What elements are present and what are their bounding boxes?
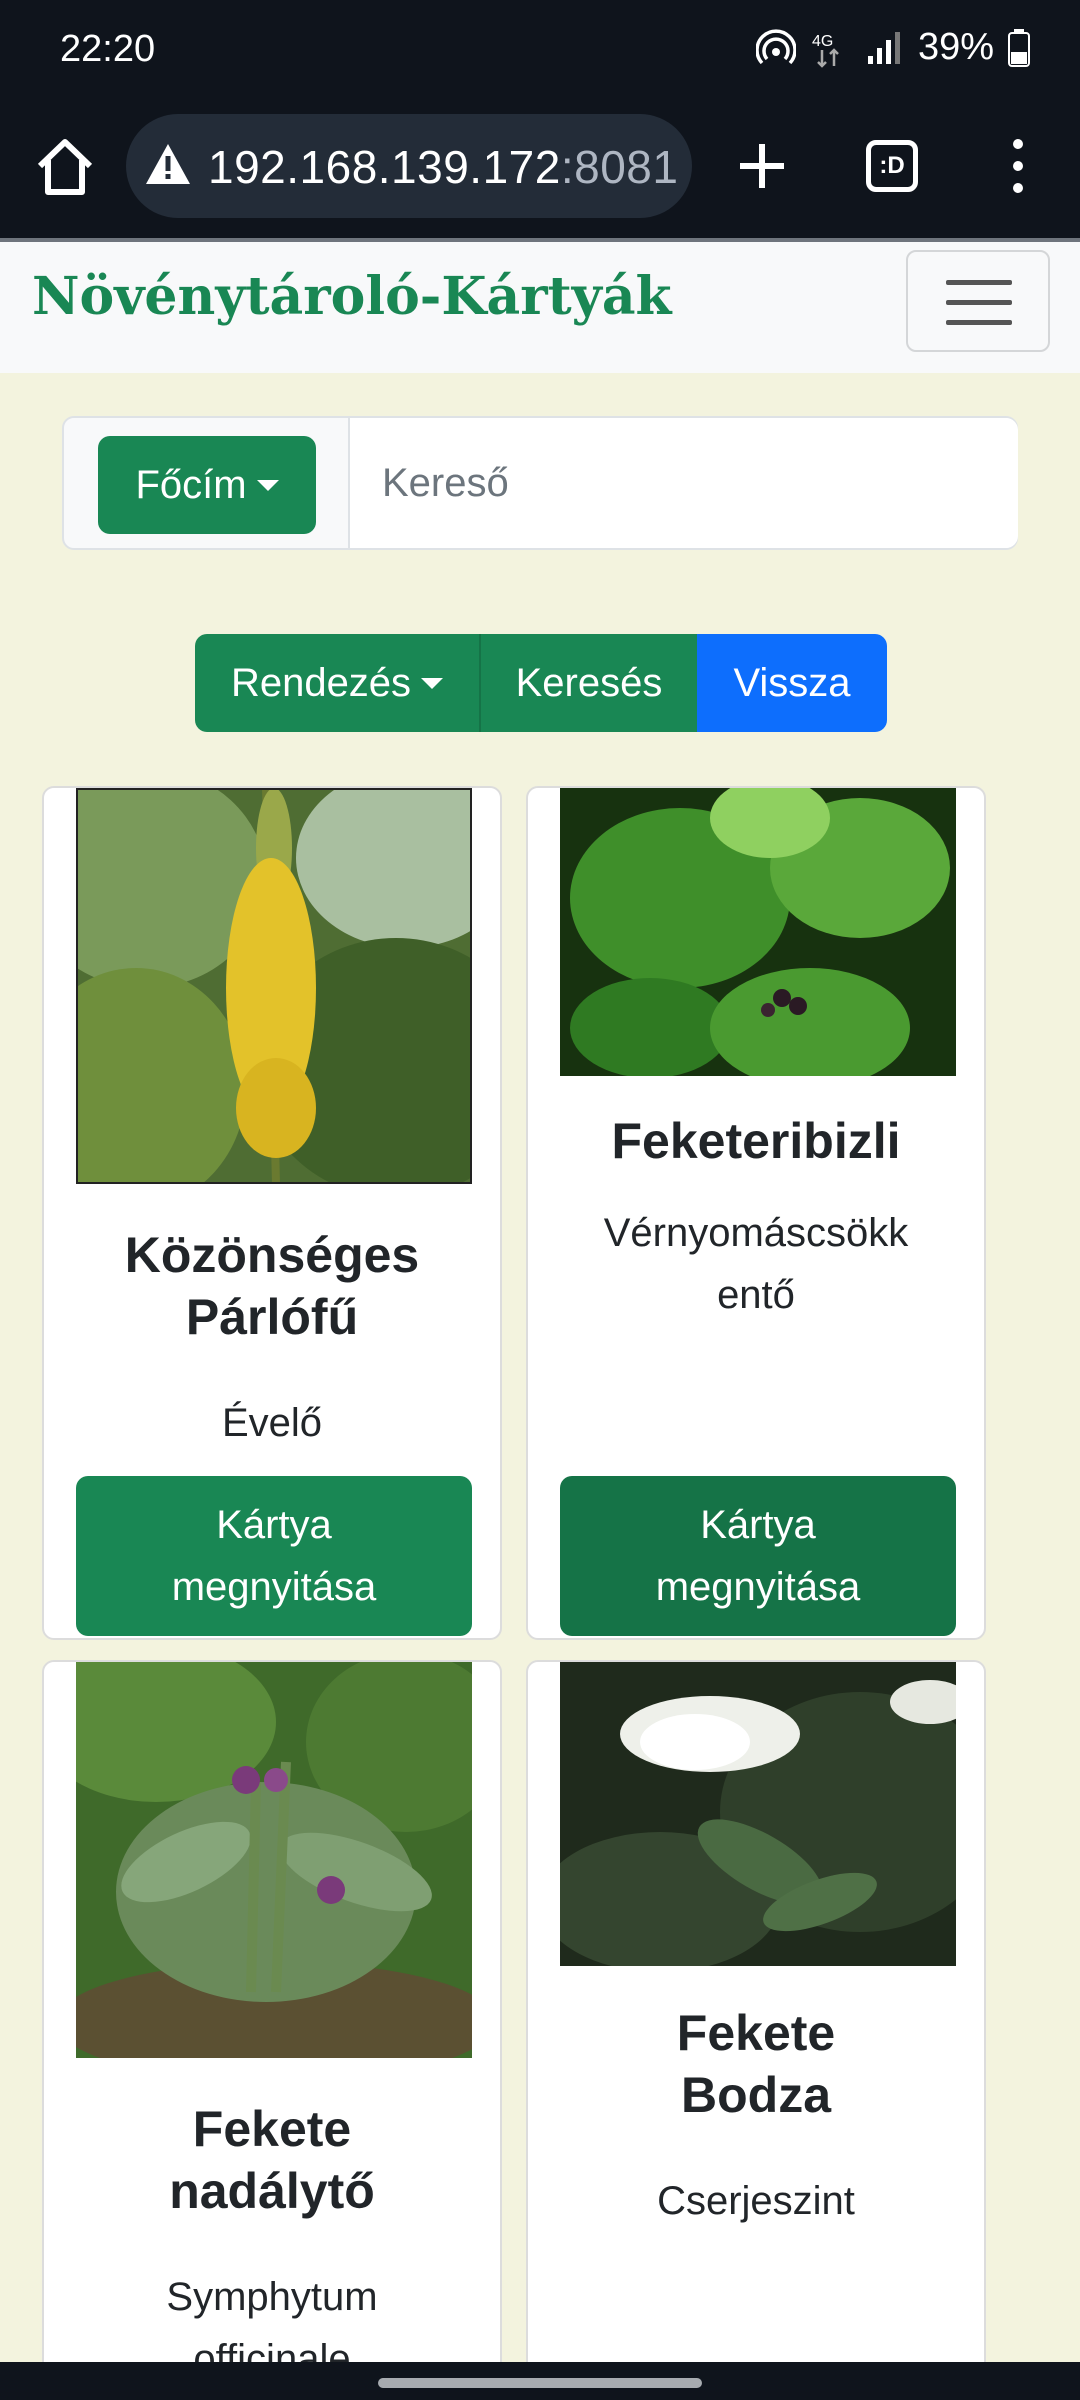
navbar-brand[interactable]: Növénytároló-Kártyák [32,266,672,327]
navbar: Növénytároló-Kártyák [0,242,1080,373]
card-title: Közönséges Párlófű [124,1227,420,1345]
url-text[interactable]: 192.168.139.172:8081 [208,140,682,194]
warning-icon[interactable] [144,142,192,186]
hamburger-line [946,320,1012,325]
svg-text:4G: 4G [812,33,833,50]
plant-image [560,1662,956,1966]
back-button[interactable]: Vissza [697,634,887,732]
navbar-toggler-button[interactable] [906,250,1050,352]
plant-card: Feketeribizli Vérnyomáscsökkentő Kártya … [526,786,986,1640]
plant-image [76,788,472,1184]
web-page: Növénytároló-Kártyák Főcím Rendezés Kere… [0,242,1080,2362]
open-card-button[interactable]: Kártya megnyitása [560,1476,956,1636]
browser-toolbar: 192.168.139.172:8081 :D [0,108,1080,240]
card-subtitle: Vérnyomáscsökkentő [603,1211,909,1317]
search-button[interactable]: Keresés [479,634,697,732]
card-subtitle: Cserjeszint [657,2179,855,2223]
search-group: Főcím [62,416,1018,550]
home-icon[interactable] [30,132,100,202]
status-time: 22:20 [60,28,156,70]
open-card-button[interactable]: Kártya megnyitása [76,1476,472,1636]
url-port: :8081 [560,141,679,193]
address-bar[interactable]: 192.168.139.172:8081 [126,114,692,218]
status-icons: 4G 39% [755,26,1030,69]
card-title: Fekete nadálytő [169,2101,375,2219]
search-input[interactable] [350,418,1018,548]
url-host: 192.168.139.172 [208,141,561,193]
battery-percent: 39% [917,26,994,68]
plant-card: Fekete Bodza Cserjeszint [526,1660,986,2362]
plant-image [76,1662,472,2058]
more-menu-icon[interactable] [1000,134,1036,198]
sort-dropdown-button[interactable]: Rendezés [195,634,479,732]
card-title: Feketeribizli [611,1113,901,1169]
focim-label: Főcím [135,462,247,507]
tab-switcher-button[interactable]: :D [866,140,918,192]
plant-card: Közönséges Párlófű Évelő Kártya megnyitá… [42,786,502,1640]
action-button-group: Rendezés Keresés Vissza [195,634,887,732]
focim-dropdown-button[interactable]: Főcím [98,436,316,534]
battery-icon [1008,28,1030,67]
status-bar: 22:20 4G 39% [0,0,1080,108]
caret-down-icon [256,479,279,491]
plant-card: Fekete nadálytő Symphytum officinale [42,1660,502,2362]
search-input-wrapper [348,418,1018,548]
hotspot-icon [755,28,796,64]
mobile-data-icon: 4G [812,33,839,68]
gesture-bar [0,2362,1080,2400]
card-subtitle: Symphytum officinale [166,2275,378,2362]
caret-down-icon [421,677,444,689]
card-title: Fekete Bodza [676,2005,836,2123]
plant-image [560,788,956,1076]
hamburger-line [946,300,1012,305]
signal-icon [867,31,900,64]
card-subtitle: Évelő [221,1401,323,1445]
new-tab-icon[interactable] [734,138,790,194]
home-indicator[interactable] [378,2378,702,2388]
hamburger-line [946,280,1012,285]
sort-label: Rendezés [230,660,412,705]
